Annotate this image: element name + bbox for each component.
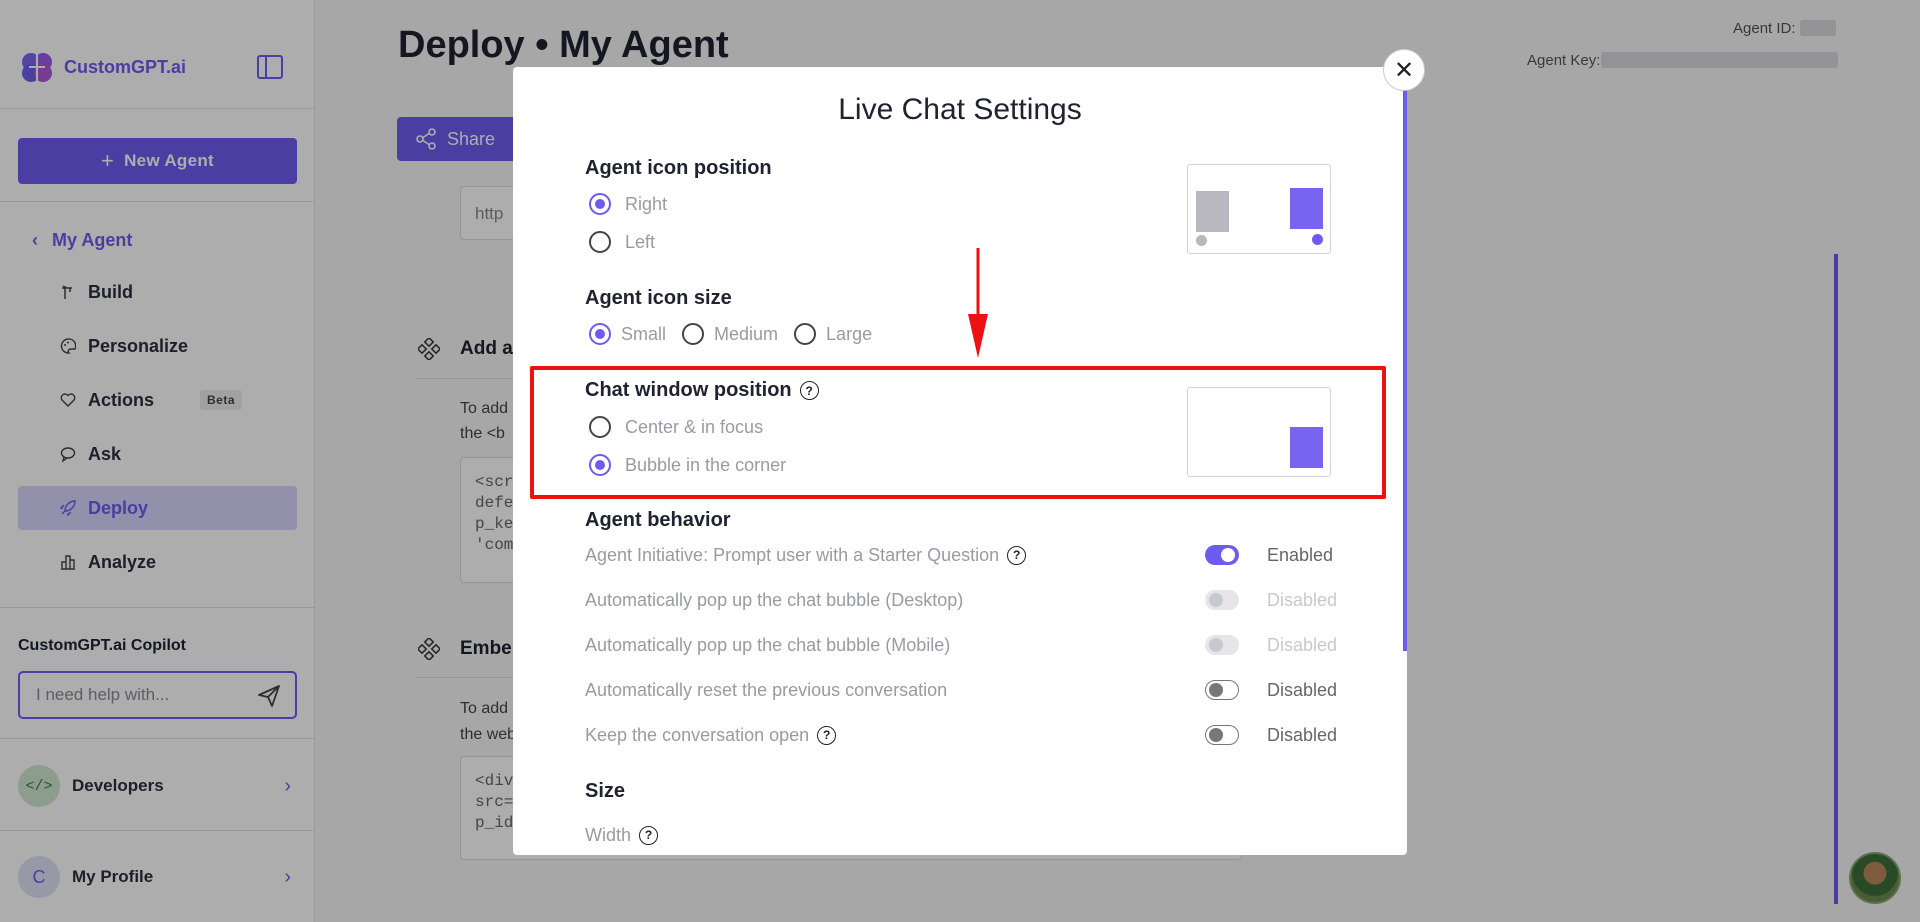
popup-desktop-toggle[interactable] bbox=[1205, 590, 1239, 610]
icon-size-label: Agent icon size bbox=[585, 287, 732, 309]
radio-label: Left bbox=[625, 231, 656, 252]
toggle-knob bbox=[1209, 728, 1223, 742]
toggle-label: Keep the conversation open ? bbox=[585, 725, 1205, 746]
toggle-knob bbox=[1209, 593, 1223, 607]
help-icon[interactable]: ? bbox=[639, 825, 659, 845]
arrow-down-icon bbox=[968, 248, 988, 358]
modal-scrollbar[interactable] bbox=[1403, 89, 1407, 651]
toggle-knob bbox=[1221, 548, 1235, 562]
toggle-knob bbox=[1209, 683, 1223, 697]
toggle-row-popup-desktop: Automatically pop up the chat bubble (De… bbox=[585, 587, 1338, 613]
radio-button[interactable] bbox=[682, 323, 705, 345]
icon-position-label: Agent icon position bbox=[585, 157, 772, 179]
width-label-text: Width bbox=[585, 824, 632, 845]
preview-right-window bbox=[1290, 188, 1323, 229]
keep-open-toggle[interactable] bbox=[1205, 725, 1239, 745]
help-icon[interactable]: ? bbox=[817, 725, 837, 745]
toggle-state: Disabled bbox=[1267, 634, 1338, 655]
radio-size-small[interactable]: Small bbox=[589, 323, 666, 345]
radio-size-large[interactable]: Large bbox=[794, 323, 872, 345]
icon-size-options: Small Medium Large bbox=[589, 323, 888, 345]
popup-mobile-toggle[interactable] bbox=[1205, 635, 1239, 655]
toggle-row-popup-mobile: Automatically pop up the chat bubble (Mo… bbox=[585, 632, 1338, 658]
radio-button[interactable] bbox=[589, 231, 611, 253]
highlight-box bbox=[530, 366, 1386, 499]
toggle-state: Disabled bbox=[1267, 724, 1338, 745]
toggle-state: Disabled bbox=[1267, 589, 1338, 610]
agent-initiative-toggle[interactable] bbox=[1205, 545, 1239, 565]
preview-right-dot bbox=[1312, 234, 1323, 245]
icon-position-preview bbox=[1187, 164, 1331, 254]
radio-label: Large bbox=[826, 323, 873, 344]
toggle-label-text: Keep the conversation open bbox=[585, 724, 810, 745]
radio-label: Right bbox=[625, 193, 668, 214]
preview-left-window bbox=[1196, 191, 1229, 232]
radio-button[interactable] bbox=[589, 193, 611, 215]
toggle-knob bbox=[1209, 638, 1223, 652]
toggle-row-agent-initiative: Agent Initiative: Prompt user with a Sta… bbox=[585, 542, 1334, 568]
toggle-label-text: Agent Initiative: Prompt user with a Sta… bbox=[585, 544, 1000, 565]
help-icon[interactable]: ? bbox=[1007, 545, 1027, 565]
toggle-row-keep-open: Keep the conversation open ? Disabled bbox=[585, 722, 1338, 748]
close-icon: ✕ bbox=[1393, 56, 1415, 84]
reset-conversation-toggle[interactable] bbox=[1205, 680, 1239, 700]
toggle-state: Enabled bbox=[1267, 544, 1334, 565]
radio-icon-position-left[interactable]: Left bbox=[589, 231, 655, 253]
width-label: Width ? bbox=[585, 825, 1331, 846]
modal-title: Live Chat Settings bbox=[838, 93, 1082, 126]
toggle-label: Automatically pop up the chat bubble (Mo… bbox=[585, 634, 951, 655]
close-modal-button[interactable]: ✕ bbox=[1383, 49, 1425, 91]
radio-label: Small bbox=[621, 323, 667, 344]
radio-button[interactable] bbox=[589, 323, 611, 345]
radio-size-medium[interactable]: Medium bbox=[682, 323, 778, 345]
radio-icon-position-right[interactable]: Right bbox=[589, 193, 667, 215]
radio-label: Medium bbox=[714, 323, 779, 344]
preview-left-dot bbox=[1196, 235, 1207, 246]
toggle-label: Automatically reset the previous convers… bbox=[585, 679, 948, 700]
radio-button[interactable] bbox=[794, 323, 817, 345]
toggle-state: Disabled bbox=[1267, 679, 1338, 700]
toggle-label: Automatically pop up the chat bubble (De… bbox=[585, 589, 964, 610]
toggle-label: Agent Initiative: Prompt user with a Sta… bbox=[585, 545, 1205, 566]
toggle-row-reset-conversation: Automatically reset the previous convers… bbox=[585, 677, 1338, 703]
width-row: Width ? bbox=[585, 822, 1331, 848]
size-label: Size bbox=[585, 780, 626, 802]
agent-behavior-label: Agent behavior bbox=[585, 509, 731, 531]
